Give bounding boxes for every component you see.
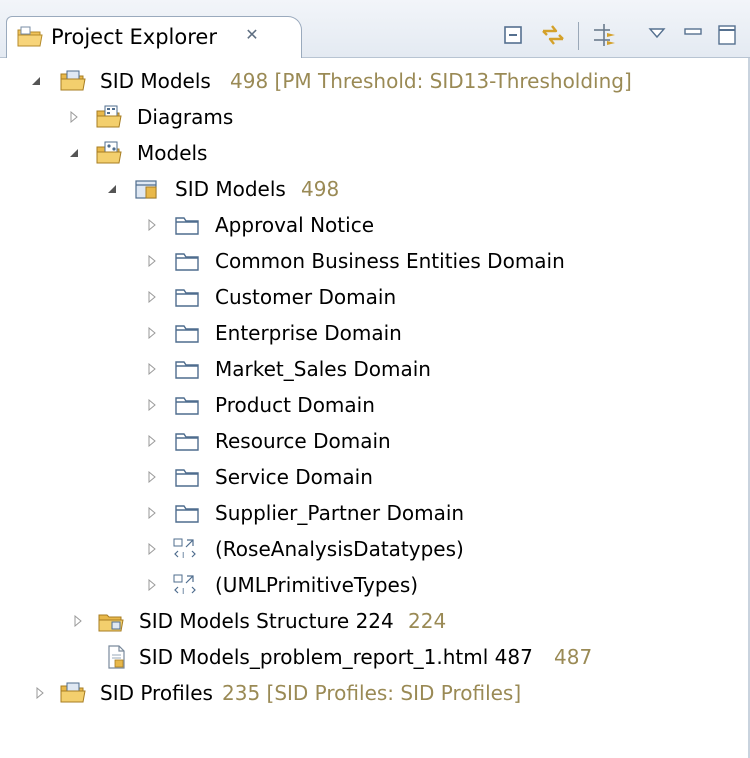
project-explorer-view: Project Explorer ✕ SID Models 498 [PM Th… <box>0 0 750 758</box>
twisty-collapsed-icon[interactable] <box>72 615 84 627</box>
model-icon <box>135 180 157 199</box>
model-library-icon: I <box>173 538 196 560</box>
tree-item-sid-profiles-project[interactable]: SID Profiles 235 [SID Profiles: SID Prof… <box>0 675 700 711</box>
twisty-expanded-icon[interactable] <box>68 147 80 159</box>
tree-item-package[interactable]: Customer Domain <box>0 279 700 315</box>
tree-item-label: Resource Domain <box>215 429 391 453</box>
structure-folder-icon <box>98 614 124 632</box>
tree-item-label: Diagrams <box>137 105 234 129</box>
tree-item-label: Enterprise Domain <box>215 321 402 345</box>
tree-item-label: SID Profiles <box>100 681 213 705</box>
tree-item-label: SID Models_problem_report_1.html 487 <box>139 645 533 669</box>
view-tab-bar: Project Explorer ✕ <box>0 0 750 58</box>
tree-item-label: (RoseAnalysisDatatypes) <box>215 537 464 561</box>
tree-item-sid-models-model[interactable]: SID Models 498 <box>0 171 700 207</box>
profile-project-icon <box>60 682 86 703</box>
package-icon <box>175 289 199 307</box>
close-icon[interactable]: ✕ <box>243 26 261 44</box>
package-icon <box>175 397 199 415</box>
tree-item-label: (UMLPrimitiveTypes) <box>215 573 419 597</box>
view-menu-icon[interactable] <box>642 20 672 50</box>
view-toolbar <box>494 20 750 50</box>
tree-item-package[interactable]: Product Domain <box>0 387 700 423</box>
tree-item-decoration: 235 [SID Profiles: SID Profiles] <box>222 681 522 705</box>
diagrams-folder-icon <box>96 105 122 128</box>
tab-project-explorer[interactable]: Project Explorer ✕ <box>6 16 302 58</box>
tree-item-label: SID Models Structure 224 <box>139 609 394 633</box>
package-icon <box>175 217 199 235</box>
tree-item-label: Service Domain <box>215 465 373 489</box>
tree-item-label: SID Models <box>175 177 286 201</box>
link-with-editor-icon[interactable] <box>538 20 568 50</box>
tree-item-problem-report-file[interactable]: SID Models_problem_report_1.html 487 487 <box>0 639 700 675</box>
tree-item-label: Customer Domain <box>215 285 397 309</box>
twisty-collapsed-icon[interactable] <box>146 399 158 411</box>
tree-item-label: SID Models <box>100 69 211 93</box>
tree-item-package[interactable]: Resource Domain <box>0 423 700 459</box>
tree-item-label: Supplier_Partner Domain <box>215 501 465 525</box>
twisty-collapsed-icon[interactable] <box>146 327 158 339</box>
tree-item-label: Approval Notice <box>215 213 374 237</box>
tree-item-model-library[interactable]: I (UMLPrimitiveTypes) <box>0 567 700 603</box>
tree-item-diagrams[interactable]: Diagrams <box>0 99 700 135</box>
package-icon <box>175 469 199 487</box>
tree-item-label: Models <box>137 141 208 165</box>
tree-item-decoration: 498 <box>301 177 340 201</box>
twisty-collapsed-icon[interactable] <box>146 291 158 303</box>
package-icon <box>175 505 199 523</box>
twisty-collapsed-icon[interactable] <box>146 579 158 591</box>
twisty-collapsed-icon[interactable] <box>146 255 158 267</box>
tree-item-package[interactable]: Market_Sales Domain <box>0 351 700 387</box>
tree-item-label: Product Domain <box>215 393 375 417</box>
toolbar-separator <box>578 22 579 50</box>
collapse-all-icon[interactable] <box>498 20 528 50</box>
model-library-icon: I <box>173 574 196 596</box>
twisty-collapsed-icon[interactable] <box>146 363 158 375</box>
twisty-collapsed-icon[interactable] <box>34 687 46 699</box>
package-icon <box>175 253 199 271</box>
filter-icon[interactable] <box>590 20 620 50</box>
tree-item-package[interactable]: Approval Notice <box>0 207 700 243</box>
tree-item-decoration: 487 <box>554 645 593 669</box>
twisty-collapsed-icon[interactable] <box>146 507 158 519</box>
model-project-icon <box>60 70 86 91</box>
tree-item-sid-models-project[interactable]: SID Models 498 [PM Threshold: SID13-Thre… <box>0 63 700 99</box>
tree-item-label: Common Business Entities Domain <box>215 249 565 273</box>
tree-item-models[interactable]: Models <box>0 135 700 171</box>
html-file-icon <box>108 645 125 669</box>
models-folder-icon <box>96 141 122 164</box>
tree-item-sid-models-structure[interactable]: SID Models Structure 224 224 <box>0 603 700 639</box>
twisty-collapsed-icon[interactable] <box>146 543 158 555</box>
tree-item-package[interactable]: Enterprise Domain <box>0 315 700 351</box>
package-icon <box>175 361 199 379</box>
svg-text:I: I <box>182 587 184 596</box>
twisty-expanded-icon[interactable] <box>30 75 42 87</box>
tree-item-decoration: 224 <box>408 609 447 633</box>
twisty-collapsed-icon[interactable] <box>146 435 158 447</box>
tree-item-package[interactable]: Common Business Entities Domain <box>0 243 700 279</box>
twisty-expanded-icon[interactable] <box>106 183 118 195</box>
package-icon <box>175 433 199 451</box>
tree-item-model-library[interactable]: I (RoseAnalysisDatatypes) <box>0 531 700 567</box>
project-tree[interactable]: SID Models 498 [PM Threshold: SID13-Thre… <box>0 58 750 758</box>
maximize-icon[interactable] <box>712 20 742 50</box>
twisty-collapsed-icon[interactable] <box>146 471 158 483</box>
tree-item-package[interactable]: Service Domain <box>0 459 700 495</box>
package-icon <box>175 325 199 343</box>
tree-item-label: Market_Sales Domain <box>215 357 431 381</box>
tree-item-decoration: 498 [PM Threshold: SID13-Thresholding] <box>230 69 632 93</box>
tree-item-package[interactable]: Supplier_Partner Domain <box>0 495 700 531</box>
minimize-icon[interactable] <box>678 20 708 50</box>
view-title: Project Explorer <box>51 25 217 49</box>
twisty-collapsed-icon[interactable] <box>146 219 158 231</box>
svg-text:I: I <box>182 551 184 560</box>
twisty-collapsed-icon[interactable] <box>68 111 80 123</box>
project-explorer-icon <box>17 26 43 47</box>
